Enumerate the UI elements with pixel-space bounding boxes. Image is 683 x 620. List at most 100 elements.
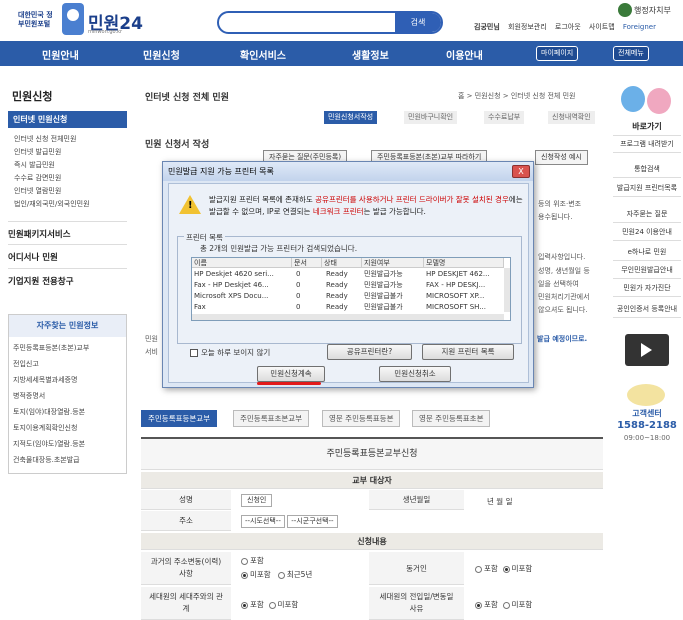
history-recent5-radio[interactable]	[277, 571, 285, 579]
faq-item[interactable]: 전입신고	[13, 359, 39, 369]
vertical-scrollbar[interactable]	[504, 268, 510, 312]
column-header-support[interactable]: 지원여부	[362, 258, 424, 268]
printer-row-cell[interactable]: MICROSOFT SH...	[426, 302, 502, 313]
nav-item-apply[interactable]: 민원신청	[143, 47, 180, 62]
faq-item[interactable]: 병적증명서	[13, 391, 45, 401]
quick-link-certificate[interactable]: 공인인증서 등록안내	[613, 301, 681, 318]
column-header-docs[interactable]: 문서	[292, 258, 322, 268]
sitemap-link[interactable]: 사이트맵	[589, 23, 615, 31]
sidebar-item-anywhere[interactable]: 어디서나 민원	[8, 244, 127, 263]
faq-item[interactable]: 지적도(임야도)열람.등본	[13, 439, 85, 449]
sidebar-item-internet-apply[interactable]: 인터넷 민원신청	[8, 111, 127, 128]
example-button[interactable]: 신청작성 예시	[535, 150, 588, 165]
cohabit-exclude-radio[interactable]	[502, 565, 510, 573]
supported-printer-list-button[interactable]: 지원 프린터 목록	[422, 344, 514, 360]
sidebar-sub-corp[interactable]: 법인/재외국민/외국인민원	[14, 199, 90, 209]
quick-link-printers[interactable]: 발급지원 프린터목록	[613, 180, 681, 197]
shared-printer-info-button[interactable]: 공유프린터란?	[327, 344, 412, 360]
sidebar-sub-issue[interactable]: 인터넷 발급민원	[14, 147, 61, 157]
quick-link-selfcheck[interactable]: 민원가 자가진단	[613, 280, 681, 297]
printer-row-cell[interactable]: HP DESKJET 462...	[426, 269, 502, 280]
printer-row-cell[interactable]: Ready	[326, 280, 362, 291]
history-include-radio[interactable]	[241, 557, 248, 565]
printer-list-view[interactable]: 이름 문서 상태 지원여부 모델명 HP Deskjet 4620 seri..…	[191, 257, 511, 321]
tab-abstract[interactable]: 주민등록표초본교부	[233, 410, 310, 427]
search-input[interactable]	[227, 15, 407, 30]
ministry-label[interactable]: 행정자치부	[634, 5, 671, 16]
horizontal-scrollbar[interactable]	[192, 314, 504, 320]
sidebar-sub-instant[interactable]: 즉시 발급민원	[14, 160, 55, 170]
quick-link-ehanaro[interactable]: e하나로 민원	[613, 244, 681, 261]
search-button[interactable]: 검색	[395, 13, 441, 32]
nav-item-guide[interactable]: 민원안내	[42, 47, 79, 62]
logout-link[interactable]: 로그아웃	[555, 23, 581, 31]
video-thumbnail[interactable]	[625, 334, 669, 366]
printer-row-cell[interactable]: Fax - HP Deskjet 46...	[194, 280, 290, 291]
quick-link-guide[interactable]: 민원24 이용안내	[613, 224, 681, 241]
relation-exclude-radio[interactable]	[268, 601, 276, 609]
history-exclude-radio[interactable]	[241, 571, 248, 579]
printer-row-cell[interactable]: HP Deskjet 4620 seri...	[194, 269, 290, 280]
my-page-button[interactable]: 마이페이지	[536, 46, 579, 61]
quick-link-download[interactable]: 프로그램 내려받기	[613, 136, 681, 153]
continue-application-button[interactable]: 민원신청계속	[257, 366, 325, 382]
sido-select[interactable]: --시도선택--	[241, 515, 285, 528]
printer-row-cell[interactable]: Fax	[194, 302, 290, 313]
relation-include-radio[interactable]	[241, 601, 248, 609]
printer-row-cell[interactable]: 0	[296, 280, 322, 291]
member-info-link[interactable]: 회원정보관리	[508, 23, 547, 31]
close-icon[interactable]: X	[512, 165, 530, 178]
column-header-name[interactable]: 이름	[192, 258, 292, 268]
sigungu-select[interactable]: --시군구선택--	[287, 515, 338, 528]
quick-link-search[interactable]: 통합검색	[613, 161, 681, 178]
reason-include-radio[interactable]	[475, 601, 482, 609]
printer-row-cell[interactable]: Ready	[326, 302, 362, 313]
applicant-button[interactable]: 신청인	[241, 494, 273, 507]
printer-row-cell[interactable]: 민원발급가능	[364, 269, 424, 280]
nav-item-verify[interactable]: 확인서비스	[240, 47, 286, 62]
cancel-application-button[interactable]: 민원신청취소	[379, 366, 451, 382]
printer-row-cell[interactable]: Ready	[326, 291, 362, 302]
printer-row-cell[interactable]: 0	[296, 269, 322, 280]
cohabit-include-radio[interactable]	[475, 565, 482, 573]
faq-item[interactable]: 토지(임야)대장열람.등본	[13, 407, 85, 417]
sidebar-sub-fee[interactable]: 수수료 감면민원	[14, 173, 61, 183]
tab-certified-copy[interactable]: 주민등록표등본교부	[141, 410, 218, 427]
faq-item[interactable]: 주민등록표등본(초본)교부	[13, 343, 89, 353]
printer-row-cell[interactable]: 민원발급불가	[364, 302, 424, 313]
sidebar-sub-all[interactable]: 인터넷 신청 전체민원	[14, 134, 76, 144]
all-menu-button[interactable]: 전체메뉴	[613, 46, 649, 61]
column-header-status[interactable]: 상태	[322, 258, 362, 268]
printer-row-cell[interactable]: 0	[296, 291, 322, 302]
faq-item[interactable]: 토지이용계획확인신청	[13, 423, 77, 433]
printer-row-cell[interactable]: MICROSOFT XP...	[426, 291, 502, 302]
printer-row-cell[interactable]: FAX - HP DESKJ...	[426, 280, 502, 291]
sidebar-sub-view[interactable]: 인터넷 열람민원	[14, 186, 61, 196]
dialog-titlebar[interactable]: 민원발급 지원 가능 프린터 목록	[163, 162, 533, 181]
nav-item-life[interactable]: 생활정보	[352, 47, 389, 62]
tab-english-copy[interactable]: 영문 주민등록표등본	[322, 410, 401, 427]
printer-row-cell[interactable]: 0	[296, 302, 322, 313]
column-header-model[interactable]: 모델명	[424, 258, 504, 268]
reason-exclude-radio[interactable]	[502, 601, 510, 609]
foreigner-link[interactable]: Foreigner	[623, 23, 656, 31]
nav-item-usage[interactable]: 이용안내	[446, 47, 483, 62]
hide-today-checkbox[interactable]	[190, 349, 198, 357]
site-logo[interactable]: 대한민국 정부민원포털 민원24 minwon.go.kr	[16, 3, 146, 39]
option-label: 미포함	[277, 600, 299, 609]
printer-row-cell[interactable]: Ready	[326, 269, 362, 280]
step-basket: 민원바구니확인	[404, 111, 458, 124]
warning-text-part: 발급지원 프린터 목록에 존재하도	[209, 195, 316, 204]
tab-english-abstract[interactable]: 영문 주민등록표초본	[412, 410, 491, 427]
sidebar-item-business[interactable]: 기업지원 전용창구	[8, 268, 127, 287]
faq-item[interactable]: 지방세세목별과세증명	[13, 375, 77, 385]
section-title: 민원 신청서 작성	[145, 140, 210, 150]
quick-link-faq[interactable]: 자주묻는 질문	[613, 206, 681, 223]
quick-link-kiosk[interactable]: 무인민원발급안내	[613, 262, 681, 279]
printer-row-cell[interactable]: 민원발급불가	[364, 291, 424, 302]
faq-item[interactable]: 건축물대장등.초본발급	[13, 455, 80, 465]
printer-row-cell[interactable]: Microsoft XPS Docu...	[194, 291, 290, 302]
sidebar-item-package[interactable]: 민원패키지서비스	[8, 221, 127, 240]
penguin-mascot-icon	[621, 86, 645, 112]
printer-row-cell[interactable]: 민원발급가능	[364, 280, 424, 291]
